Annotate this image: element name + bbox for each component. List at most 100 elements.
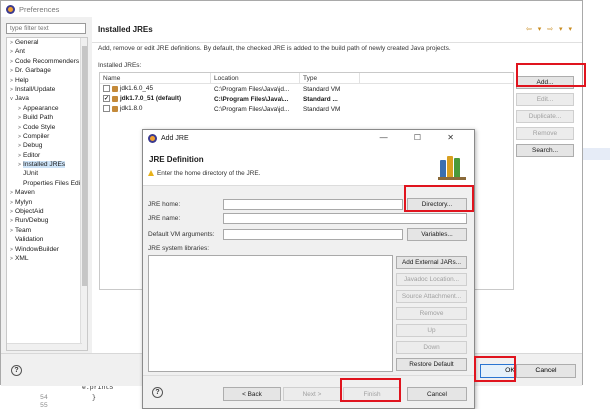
tree-item-label: Maven (15, 189, 35, 197)
tree-item-label: Code Recommenders (15, 57, 80, 65)
tree-item-label: Editor (23, 151, 41, 159)
tree-item-label: Install/Update (15, 85, 56, 93)
window-controls-icon[interactable]: — ☐ ✕ (380, 133, 466, 142)
up-button[interactable]: Up (396, 324, 467, 337)
table-row[interactable]: jdk1.6.0_45 C:\Program Files\Java\jd... St… (100, 84, 513, 94)
window-title: Preferences (19, 4, 60, 14)
tree-item-label: JUnit (23, 170, 39, 178)
tree-item[interactable]: > ObjectAid (7, 207, 87, 216)
tree-item[interactable]: > General (7, 38, 87, 47)
page-header: Installed JREs (92, 17, 582, 43)
cancel-button[interactable]: Cancel (516, 364, 576, 378)
jre-name: jdk1.6.0_45 (120, 85, 154, 93)
background-sash (582, 148, 610, 160)
jre-type-cell: Standard VM (303, 85, 341, 93)
tree-item-label: Team (15, 226, 32, 234)
tree-item[interactable]: > XML (7, 254, 87, 263)
system-libraries-list[interactable] (148, 255, 393, 372)
tree-item-label: Run/Debug (15, 217, 49, 225)
duplicate-jre-button[interactable]: Duplicate... (516, 110, 574, 123)
table-row[interactable]: jdk1.8.0 C:\Program Files\Java\jd... Stand… (100, 104, 513, 114)
tree-item[interactable]: > Editor (7, 151, 87, 160)
edit-jre-button[interactable]: Edit... (516, 93, 574, 106)
tree-item[interactable]: JUnit (7, 169, 87, 178)
tree-item-label: Dr. Garbage (15, 67, 51, 75)
jre-name: jdk1.8.0 (120, 105, 143, 113)
tree-item-label: Help (15, 76, 29, 84)
help-icon[interactable]: ? (11, 365, 22, 376)
table-row[interactable]: ✓ jdk1.7.0_51 (default) C:\Program Files\J… (100, 94, 513, 104)
tree-item[interactable]: > Help (7, 76, 87, 85)
down-button[interactable]: Down (396, 341, 467, 354)
dialog-heading: JRE Definition (149, 155, 204, 164)
jre-location-cell: C:\Program Files\Java\jd... (214, 85, 290, 93)
jre-type-cell: Standard VM (303, 105, 341, 113)
tree-item[interactable]: > Build Path (7, 113, 87, 122)
tree-item[interactable]: > Run/Debug (7, 216, 87, 225)
column-header-name[interactable]: Name (100, 73, 211, 83)
restore-default-button[interactable]: Restore Default (396, 358, 467, 371)
jre-home-input[interactable] (223, 199, 403, 210)
tree-item[interactable]: > Ant (7, 47, 87, 56)
column-header-type[interactable]: Type (300, 73, 360, 83)
tree-item[interactable]: v Java (7, 94, 87, 103)
jre-location-cell: C:\Program Files\Java\jd... (214, 105, 290, 113)
search-jre-button[interactable]: Search... (516, 144, 574, 157)
tree-item[interactable]: Validation (7, 235, 87, 244)
tree-item[interactable]: > Appearance (7, 104, 87, 113)
add-jre-button[interactable]: Add... (516, 76, 574, 89)
remove-library-button[interactable]: Remove (396, 307, 467, 320)
tree-item[interactable]: > Compiler (7, 132, 87, 141)
next-button[interactable]: Next > (283, 387, 341, 401)
navigation-arrows-icon[interactable]: ⇦ ▾ ⇨ ▾ ▾ (526, 25, 574, 33)
tree-item[interactable]: > Maven (7, 188, 87, 197)
help-icon[interactable]: ? (152, 387, 163, 398)
tree-item[interactable]: > Debug (7, 141, 87, 150)
code-text: } (92, 394, 96, 401)
tree-item-label: General (15, 39, 39, 46)
vm-args-input[interactable] (223, 229, 403, 240)
back-button[interactable]: < Back (223, 387, 281, 401)
source-attachment-button[interactable]: Source Attachment... (396, 290, 467, 303)
jre-checkbox[interactable] (103, 85, 110, 93)
jre-library-icon (112, 105, 118, 112)
tree-item-label: Debug (23, 142, 43, 150)
jre-checkbox[interactable]: ✓ (103, 95, 110, 103)
tree-item[interactable]: > Dr. Garbage (7, 66, 87, 75)
jre-location-cell: C:\Program Files\Java\... (214, 95, 289, 103)
line-number: 54 (40, 394, 48, 401)
tree-item-label: Code Style (23, 123, 56, 131)
javadoc-location-button[interactable]: Javadoc Location... (396, 273, 467, 286)
tree-item[interactable]: > Code Style (7, 123, 87, 132)
dialog-titlebar: Add JRE — ☐ ✕ (143, 130, 474, 146)
line-number: 55 (40, 402, 48, 409)
filter-input[interactable] (6, 23, 86, 34)
tree-item[interactable]: Properties Files Edi (7, 179, 87, 188)
tree-item-label: Build Path (23, 114, 54, 122)
finish-button[interactable]: Finish (343, 387, 401, 401)
dialog-hint: Enter the home directory of the JRE. (148, 170, 260, 177)
tree-item[interactable]: > Team (7, 226, 87, 235)
remove-jre-button[interactable]: Remove (516, 127, 574, 140)
tree-item[interactable]: > WindowBuilder (7, 245, 87, 254)
tree-item-label: Appearance (23, 104, 59, 112)
tree-item[interactable]: > Install/Update (7, 85, 87, 94)
column-header-location[interactable]: Location (211, 73, 300, 83)
tree-item[interactable]: > Code Recommenders (7, 57, 87, 66)
tree-item-label: Compiler (23, 132, 50, 140)
chevron-right-icon[interactable]: > (8, 255, 15, 264)
dialog-footer: ? < Back Next > Finish Cancel (143, 375, 474, 409)
jre-name-cell: jdk1.8.0 (100, 105, 211, 113)
vm-args-label: Default VM arguments: (148, 231, 215, 238)
jre-name-input[interactable] (223, 213, 467, 224)
tree-horizontal-scrollbar[interactable] (7, 343, 82, 350)
add-external-jars-button[interactable]: Add External JARs... (396, 256, 467, 269)
jre-checkbox[interactable] (103, 105, 110, 113)
dialog-cancel-button[interactable]: Cancel (407, 387, 467, 401)
tree-item[interactable]: > Installed JREs (7, 160, 87, 169)
variables-button[interactable]: Variables... (407, 228, 467, 241)
directory-button[interactable]: Directory... (407, 198, 467, 211)
dialog-banner: JRE Definition Enter the home directory … (143, 146, 474, 186)
preferences-tree[interactable]: > General > Ant > Code Recommenders > Dr. Garba… (6, 37, 88, 351)
tree-item[interactable]: > Mylyn (7, 198, 87, 207)
